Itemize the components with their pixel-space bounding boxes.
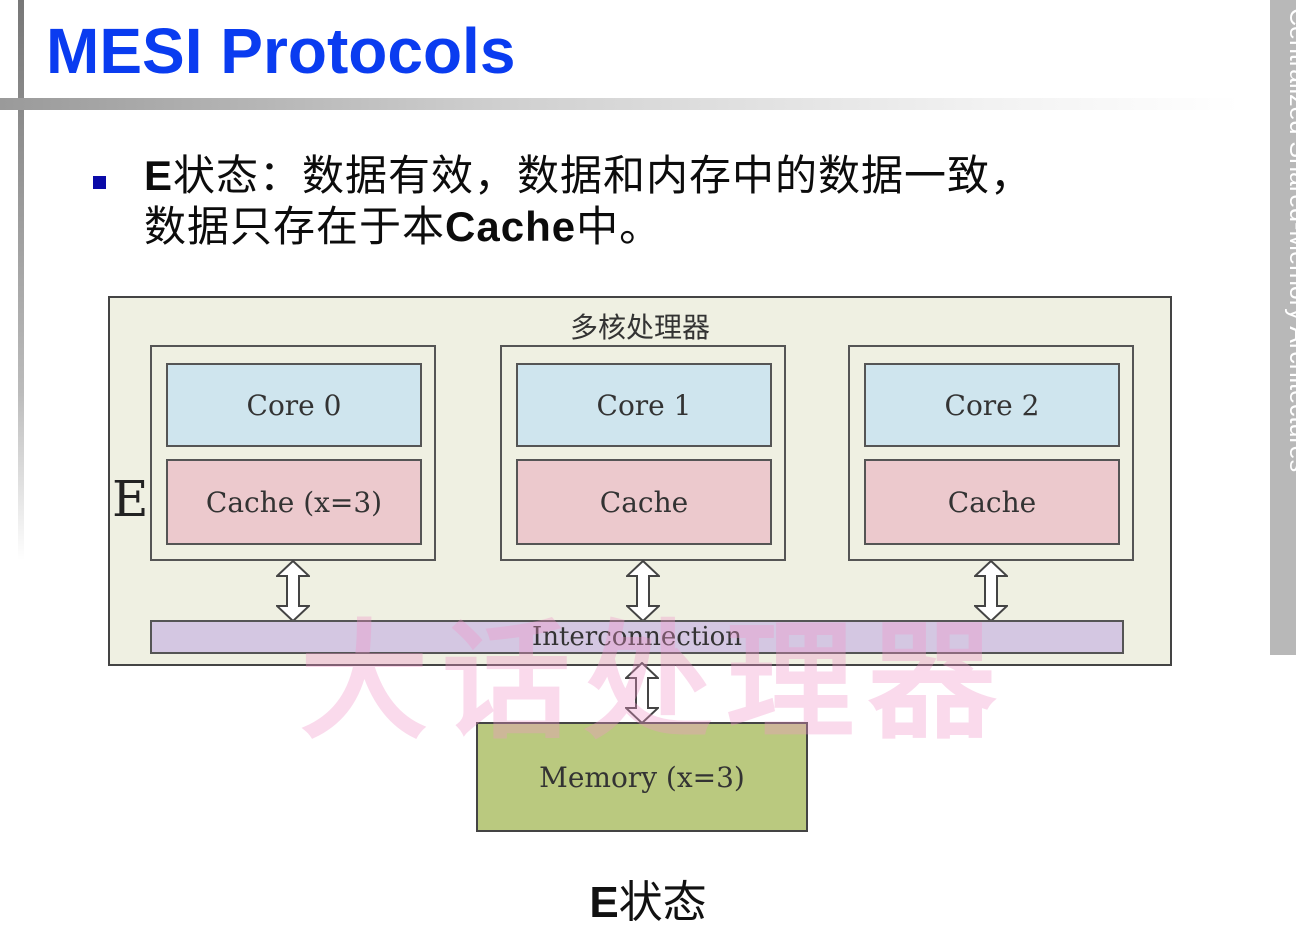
double-arrow-icon xyxy=(625,662,659,724)
core-box-0: Core 0 xyxy=(166,363,422,447)
figure-caption: E状态 xyxy=(0,866,1296,930)
double-arrow-icon xyxy=(626,560,660,622)
interconnection-bus: Interconnection xyxy=(150,620,1124,654)
cache-box-1: Cache xyxy=(516,459,772,545)
mesi-diagram: 多核处理器 Core 0 Cache (x=3) Core 1 Cache Co… xyxy=(0,0,1296,915)
processor-label: 多核处理器 xyxy=(569,311,710,344)
double-arrow-icon xyxy=(276,560,310,622)
cache-box-2: Cache xyxy=(864,459,1120,545)
core-group-0: Core 0 Cache (x=3) xyxy=(150,345,436,561)
state-marker: E xyxy=(112,470,149,528)
core-box-2: Core 2 xyxy=(864,363,1120,447)
memory-box: Memory (x=3) xyxy=(476,722,808,832)
double-arrow-icon xyxy=(974,560,1008,622)
core-group-2: Core 2 Cache xyxy=(848,345,1134,561)
caption-lead: E xyxy=(589,878,619,927)
core-box-1: Core 1 xyxy=(516,363,772,447)
cache-box-0: Cache (x=3) xyxy=(166,459,422,545)
caption-text: 状态 xyxy=(618,877,707,928)
core-group-1: Core 1 Cache xyxy=(500,345,786,561)
